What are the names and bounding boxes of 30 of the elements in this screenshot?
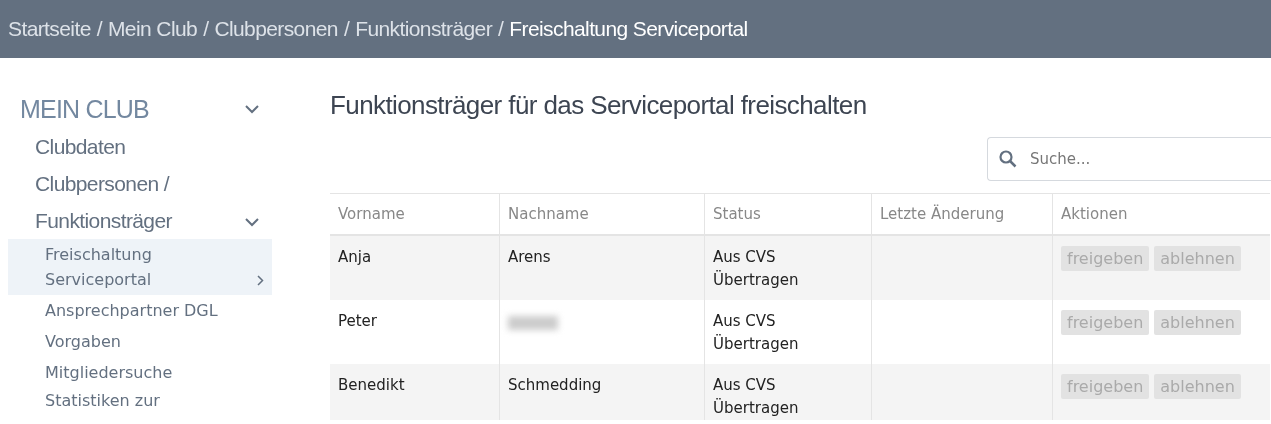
breadcrumb-separator: / [498, 17, 504, 41]
breadcrumb-separator: / [343, 17, 350, 41]
section-title[interactable]: MEIN CLUB [20, 94, 149, 124]
page-title: Funktionsträger für das Serviceportal freischalten [330, 90, 868, 121]
table-cell: Benedikt [330, 364, 500, 420]
chevron-down-icon[interactable] [244, 104, 260, 114]
table-cell: Arens [499, 235, 705, 300]
nav-item[interactable]: Clubdaten [35, 128, 205, 165]
breadcrumb-link[interactable]: Mein Club [107, 17, 198, 41]
breadcrumb-link[interactable]: Clubpersonen [214, 17, 338, 41]
nav-subitem[interactable]: Vorgaben [8, 326, 272, 357]
breadcrumb-separator: / [203, 17, 209, 41]
nav-item[interactable]: Clubpersonen / Funktionsträger [35, 165, 205, 239]
chevron-right-icon [257, 275, 264, 286]
chevron-down-icon[interactable] [244, 217, 260, 227]
nav-subitem[interactable]: Statistiken zur [8, 388, 272, 411]
breadcrumb-link[interactable]: Freischaltung Serviceportal [509, 17, 748, 41]
nav-subitem[interactable]: Mitgliedersuche [8, 357, 272, 388]
breadcrumb-link[interactable]: Startseite [8, 17, 91, 41]
table-cell: Aus CVS Übertragen [704, 364, 872, 420]
breadcrumb-separator: / [96, 17, 102, 41]
search-icon [999, 150, 1017, 168]
table-cell: Anja [330, 235, 500, 300]
nav-subitem[interactable]: Freischaltung Serviceportal [8, 239, 272, 295]
nav-subitem[interactable]: Ansprechpartner DGL [8, 295, 272, 326]
table-cell: Peter [330, 300, 500, 364]
table-cell: Schmedding [499, 364, 705, 420]
breadcrumb-link[interactable]: Funktionsträger [355, 17, 493, 41]
search-field[interactable]: Suche... [987, 137, 1271, 181]
table-cell: Aus CVS Übertragen [704, 235, 872, 300]
